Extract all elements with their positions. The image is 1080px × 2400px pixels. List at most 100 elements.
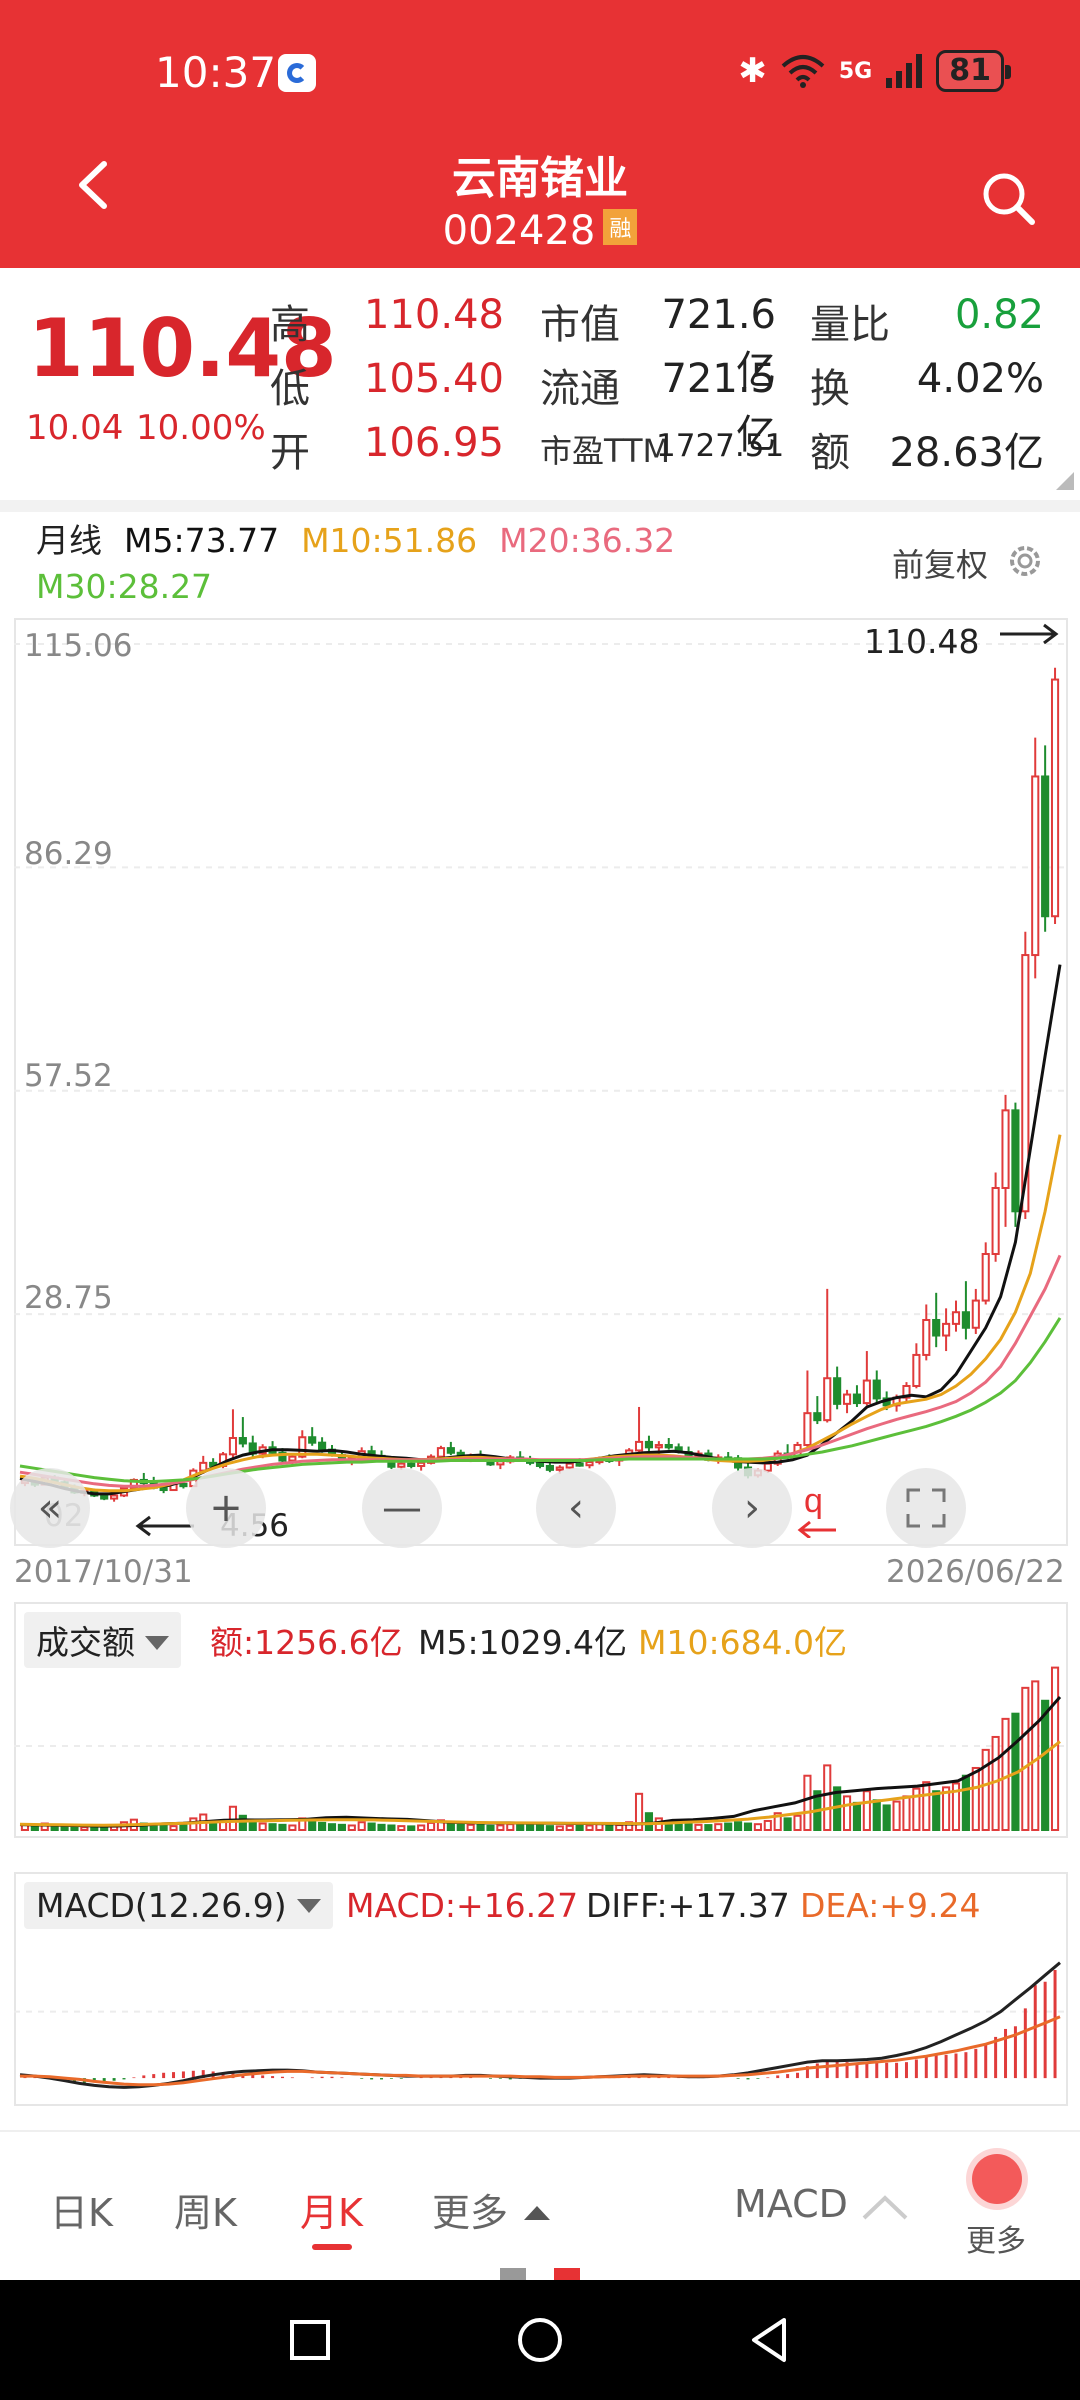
volume-bar (80, 1826, 89, 1831)
tab-day-k[interactable]: 日K (50, 2182, 113, 2237)
high-label: 高 (270, 302, 310, 348)
zoom-in-button[interactable]: + (186, 1468, 266, 1548)
candle (238, 1437, 247, 1445)
ma-line-m5 (19, 964, 1062, 1496)
zoom-out-button[interactable]: — (362, 1468, 442, 1548)
candle (565, 1462, 574, 1469)
volume-bar (30, 1825, 39, 1832)
more-float-icon[interactable] (972, 2154, 1022, 2204)
candle (1031, 775, 1040, 957)
quote-panel[interactable]: 110.48 10.04 10.00% 高 110.48 市值 721.6亿 量… (0, 268, 1080, 500)
volume-bar (397, 1825, 406, 1832)
candle (545, 1464, 554, 1471)
candle (912, 1353, 921, 1387)
macd-chart[interactable] (14, 1872, 1068, 2106)
candle (634, 1440, 644, 1452)
ma20-value: M20:36.32 (499, 521, 676, 560)
amount-label: 额 (810, 430, 850, 476)
volume-bar (377, 1823, 386, 1831)
volume-ratio-value: 0.82 (954, 292, 1044, 338)
volume-ratio-label: 量比 (810, 302, 890, 348)
ma-legend: 月线 M5:73.77 M10:51.86 M20:36.32 M30:28.27 (36, 518, 856, 610)
search-icon[interactable] (980, 170, 1036, 226)
chevron-up-icon[interactable] (860, 2192, 910, 2222)
pe-ttm-value: 1727.51 (656, 428, 785, 464)
low-value: 105.40 (364, 356, 504, 402)
candle (436, 1447, 446, 1458)
candle (585, 1461, 594, 1467)
volume-bar (704, 1824, 713, 1832)
period-tab-bar: 日K 周K 月K 更多 MACD 更多 (0, 2130, 1080, 2280)
float-cap-label: 流通 (540, 366, 620, 412)
volume-bar (753, 1823, 762, 1832)
volume-bar (872, 1799, 881, 1831)
battery-indicator: 81 (936, 50, 1011, 92)
volume-bar (466, 1823, 475, 1831)
volume-bar (734, 1821, 743, 1832)
turnover-value: 4.02% (916, 356, 1044, 402)
volume-bar (605, 1823, 614, 1831)
caret-up-icon (524, 2206, 551, 2220)
back-nav-icon[interactable] (740, 2310, 800, 2370)
candle (407, 1462, 416, 1467)
expand-corner-icon[interactable] (1056, 472, 1074, 490)
volume-bar (803, 1774, 812, 1832)
more-button-label[interactable]: 更多 (966, 2216, 1026, 2260)
scroll-right-button[interactable]: › (712, 1468, 792, 1548)
volume-bar (783, 1817, 792, 1832)
volume-bar (506, 1823, 515, 1832)
volume-bar (308, 1819, 317, 1831)
scroll-left-button[interactable]: ‹ (536, 1468, 616, 1548)
volume-bar (743, 1822, 753, 1832)
scroll-start-button[interactable]: « (10, 1468, 90, 1548)
volume-bar (644, 1812, 654, 1831)
volume-bar (169, 1825, 178, 1832)
volume-bar (417, 1824, 426, 1832)
volume-bar (357, 1821, 366, 1832)
candle (417, 1461, 426, 1467)
ma-line-m10 (19, 1134, 1062, 1493)
tab-month-k[interactable]: 月K (300, 2182, 363, 2237)
candle (110, 1494, 119, 1500)
candle (1041, 775, 1050, 918)
dea-line (20, 2015, 1061, 2087)
jump-latest-icon[interactable]: q (796, 1482, 840, 1538)
candle (654, 1444, 663, 1449)
candle (644, 1440, 654, 1449)
volume-bar (882, 1804, 891, 1831)
candle (823, 1377, 832, 1422)
start-date: 2017/10/31 (14, 1554, 193, 1590)
volume-bar (258, 1822, 267, 1832)
volume-bar (981, 1748, 990, 1831)
ma-line-m20 (19, 1254, 1062, 1488)
gear-icon[interactable] (1004, 540, 1046, 582)
candle (961, 1311, 970, 1329)
kline-chart[interactable] (14, 618, 1068, 1546)
volume-bar (337, 1823, 346, 1831)
margin-badge: 融 (603, 209, 638, 245)
active-tab-indicator (312, 2244, 352, 2250)
volume-chart[interactable] (14, 1602, 1068, 1838)
volume-bar (922, 1781, 931, 1831)
candle (535, 1461, 545, 1467)
volume-bar (545, 1825, 554, 1832)
home-icon[interactable] (510, 2310, 570, 2370)
fullscreen-button[interactable] (886, 1468, 966, 1548)
tab-more-periods[interactable]: 更多 (432, 2182, 551, 2237)
volume-bar (268, 1823, 277, 1832)
indicator-selector[interactable]: MACD (734, 2182, 848, 2226)
volume-bar (387, 1824, 396, 1832)
y-tick-4: 28.75 (24, 1280, 113, 1316)
open-label: 开 (270, 430, 310, 476)
tab-week-k[interactable]: 周K (174, 2182, 237, 2237)
candle (575, 1462, 584, 1467)
adjust-mode[interactable]: 前复权 (892, 540, 988, 586)
candle (228, 1437, 238, 1456)
volume-bar (555, 1825, 564, 1832)
high-value: 110.48 (364, 292, 504, 338)
end-date: 2026/06/22 (886, 1554, 1065, 1590)
volume-bar (763, 1819, 772, 1831)
recent-apps-icon[interactable] (280, 2310, 340, 2370)
app-notification-icon (278, 54, 316, 92)
candle (159, 1486, 168, 1492)
